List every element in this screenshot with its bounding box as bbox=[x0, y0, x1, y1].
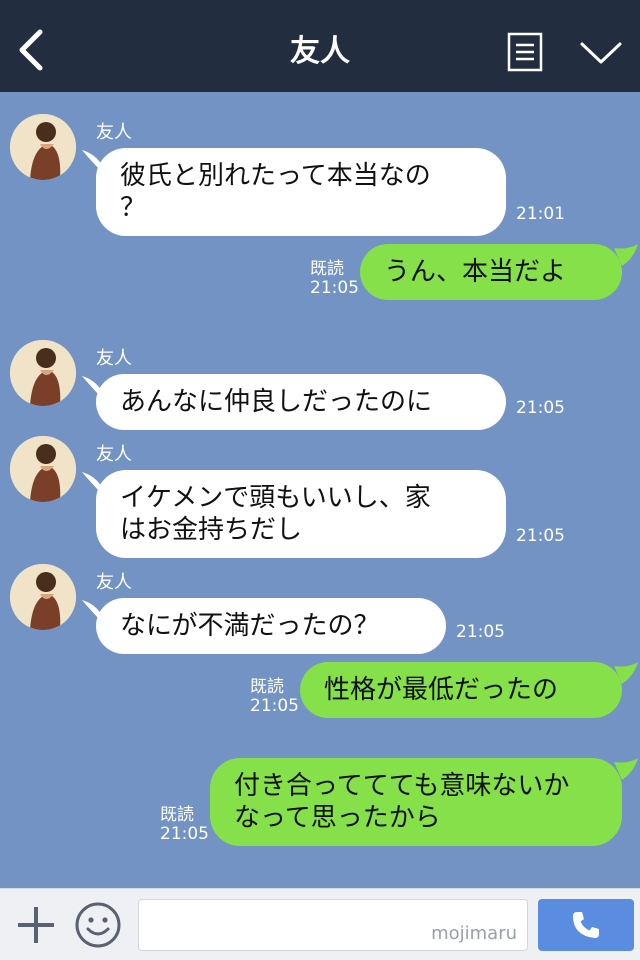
read-receipt: 既読 bbox=[310, 259, 344, 279]
input-bar: mojimaru bbox=[0, 888, 640, 960]
sender-name: 友人 bbox=[96, 444, 132, 465]
bubble-tail bbox=[614, 662, 638, 684]
friend-avatar[interactable] bbox=[10, 564, 76, 630]
bubble-tail bbox=[614, 244, 638, 266]
message-input[interactable]: mojimaru bbox=[138, 899, 528, 951]
message-text: うん、本当だよ bbox=[384, 257, 567, 287]
message-text: なにが不満だったの？ bbox=[120, 611, 380, 641]
message-bubble[interactable]: 付き合っててても意味ないか なって思ったから bbox=[210, 758, 622, 846]
message-text: 性格が最低だったの bbox=[324, 675, 559, 705]
chat-header: 友人 bbox=[0, 0, 640, 92]
friend-avatar[interactable] bbox=[10, 436, 76, 502]
message-bubble[interactable]: 性格が最低だったの bbox=[300, 662, 622, 718]
message-time: 21:05 bbox=[250, 696, 299, 716]
message-bubble[interactable]: なにが不満だったの？ bbox=[96, 598, 446, 654]
read-receipt: 既読 bbox=[250, 677, 284, 697]
sender-name: 友人 bbox=[96, 122, 132, 143]
plus-icon[interactable] bbox=[14, 903, 58, 947]
watermark-text: mojimaru bbox=[431, 923, 517, 944]
read-status: 既読 21:05 bbox=[160, 806, 209, 844]
message-bubble[interactable]: イケメンで頭もいいし、家 はお金持ちだし bbox=[96, 470, 506, 558]
message-bubble[interactable]: 彼氏と別れたって本当なの？ bbox=[96, 148, 506, 236]
message-text: イケメンで頭もいいし、家 はお金持ちだし bbox=[120, 483, 431, 545]
chat-title: 友人 bbox=[290, 34, 350, 69]
sender-name: 友人 bbox=[96, 572, 132, 593]
smiley-icon[interactable] bbox=[74, 901, 122, 949]
read-receipt: 既読 bbox=[160, 805, 194, 825]
read-status: 既読 21:05 bbox=[250, 678, 299, 716]
chevron-down-icon[interactable] bbox=[578, 36, 624, 72]
message-text: 彼氏と別れたって本当なの？ bbox=[120, 161, 431, 223]
message-bubble[interactable]: あんなに仲良しだったのに bbox=[96, 374, 506, 430]
message-time: 21:01 bbox=[516, 204, 565, 224]
sender-name: 友人 bbox=[96, 348, 132, 369]
message-time: 21:05 bbox=[456, 622, 505, 642]
message-time: 21:05 bbox=[160, 824, 209, 844]
bubble-tail bbox=[614, 758, 638, 780]
message-time: 21:05 bbox=[310, 278, 359, 298]
call-button[interactable] bbox=[538, 899, 634, 951]
message-time: 21:05 bbox=[516, 398, 565, 418]
message-text: あんなに仲良しだったのに bbox=[120, 387, 433, 417]
message-text: 付き合っててても意味ないか なって思ったから bbox=[234, 771, 570, 833]
friend-avatar[interactable] bbox=[10, 114, 76, 180]
menu-list-icon[interactable] bbox=[507, 32, 543, 72]
message-bubble[interactable]: うん、本当だよ bbox=[360, 244, 622, 300]
read-status: 既読 21:05 bbox=[310, 260, 359, 298]
friend-avatar[interactable] bbox=[10, 340, 76, 406]
phone-icon bbox=[573, 912, 599, 938]
message-list[interactable]: 友人 彼氏と別れたって本当なの？ 21:01 既読 21:05 うん、本当だよ 友… bbox=[0, 92, 640, 888]
message-time: 21:05 bbox=[516, 526, 565, 546]
